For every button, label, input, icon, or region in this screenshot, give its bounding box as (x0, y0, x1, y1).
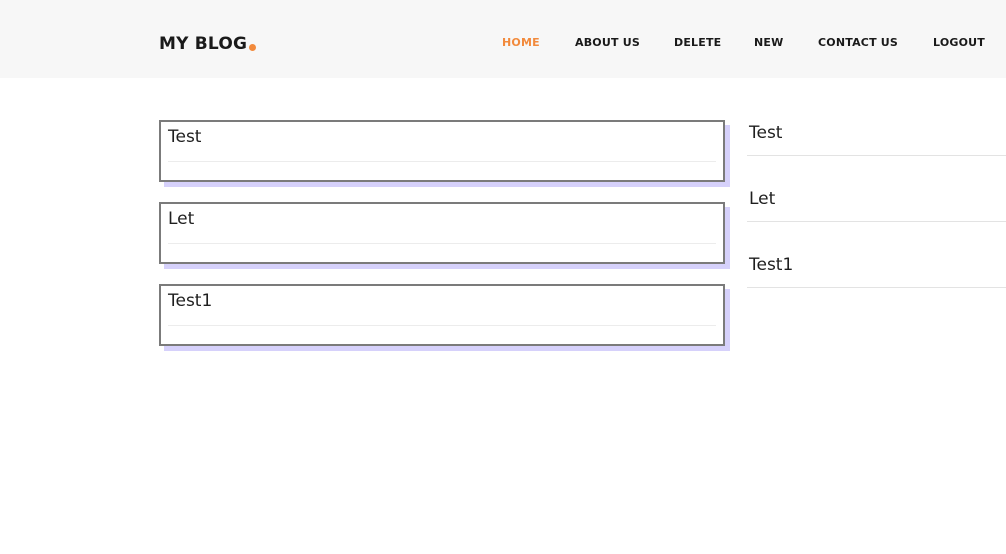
post-divider (168, 243, 716, 244)
nav-about-us[interactable]: ABOUT US (575, 35, 640, 51)
sidebar-post-label[interactable]: Let (749, 189, 775, 209)
nav-logout[interactable]: LOGOUT (933, 35, 985, 51)
site-header: MY BLOG HOME ABOUT US DELETE NEW CONTACT… (0, 0, 1006, 78)
post-title[interactable]: Test1 (168, 291, 212, 311)
post-card[interactable]: Let (159, 202, 725, 264)
sidebar-post-label[interactable]: Test (749, 123, 782, 143)
post-divider (168, 161, 716, 162)
nav-new[interactable]: NEW (754, 35, 783, 51)
sidebar-post-link[interactable]: Test (747, 121, 1006, 156)
main-navigation: HOME ABOUT US DELETE NEW CONTACT US LOGO… (0, 35, 1006, 51)
nav-home[interactable]: HOME (502, 35, 540, 51)
post-card[interactable]: Test (159, 120, 725, 182)
post-title[interactable]: Test (168, 127, 201, 147)
sidebar-post-link[interactable]: Let (747, 187, 1006, 222)
post-title[interactable]: Let (168, 209, 194, 229)
nav-contact-us[interactable]: CONTACT US (818, 35, 898, 51)
sidebar-post-label[interactable]: Test1 (749, 255, 793, 275)
nav-delete[interactable]: DELETE (674, 35, 721, 51)
post-divider (168, 325, 716, 326)
post-card[interactable]: Test1 (159, 284, 725, 346)
sidebar-post-link[interactable]: Test1 (747, 253, 1006, 288)
